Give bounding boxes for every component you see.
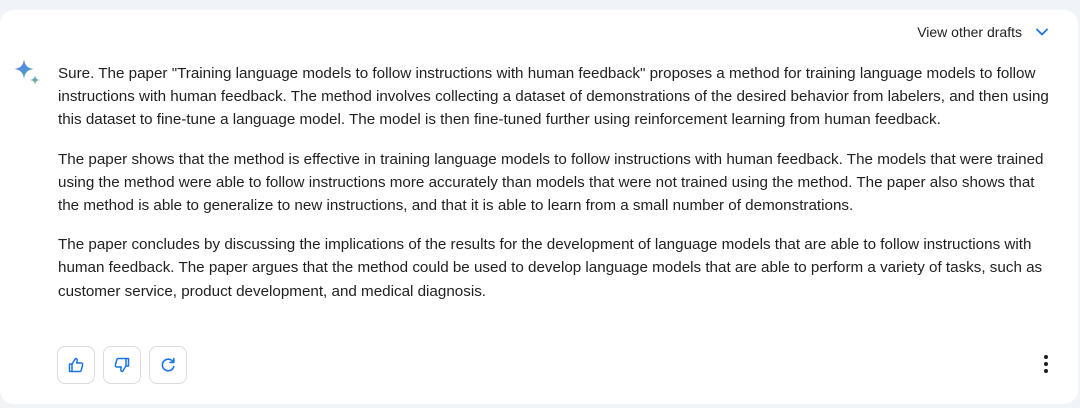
view-other-drafts-button[interactable]: View other drafts: [917, 24, 1050, 40]
response-paragraph: The paper shows that the method is effec…: [58, 150, 1044, 215]
more-vert-icon: [1043, 354, 1049, 379]
chevron-down-icon: [1034, 24, 1050, 40]
regenerate-icon: [159, 356, 177, 374]
response-paragraph: The paper concludes by discussing the im…: [58, 236, 1043, 300]
response-card: View other drafts Sure. The paper "Train…: [0, 10, 1078, 404]
regenerate-button[interactable]: [149, 346, 187, 384]
thumbs-down-icon: [113, 356, 131, 374]
response-actions: [57, 346, 187, 384]
sparkle-icon: [12, 58, 42, 88]
thumbs-up-button[interactable]: [57, 346, 95, 384]
response-text: Sure. The paper "Training language model…: [58, 62, 1050, 319]
response-paragraph: Sure. The paper "Training language model…: [58, 65, 1049, 129]
thumbs-down-button[interactable]: [103, 346, 141, 384]
more-options-button[interactable]: [1034, 352, 1058, 380]
thumbs-up-icon: [67, 356, 85, 374]
view-other-drafts-label: View other drafts: [917, 24, 1022, 40]
